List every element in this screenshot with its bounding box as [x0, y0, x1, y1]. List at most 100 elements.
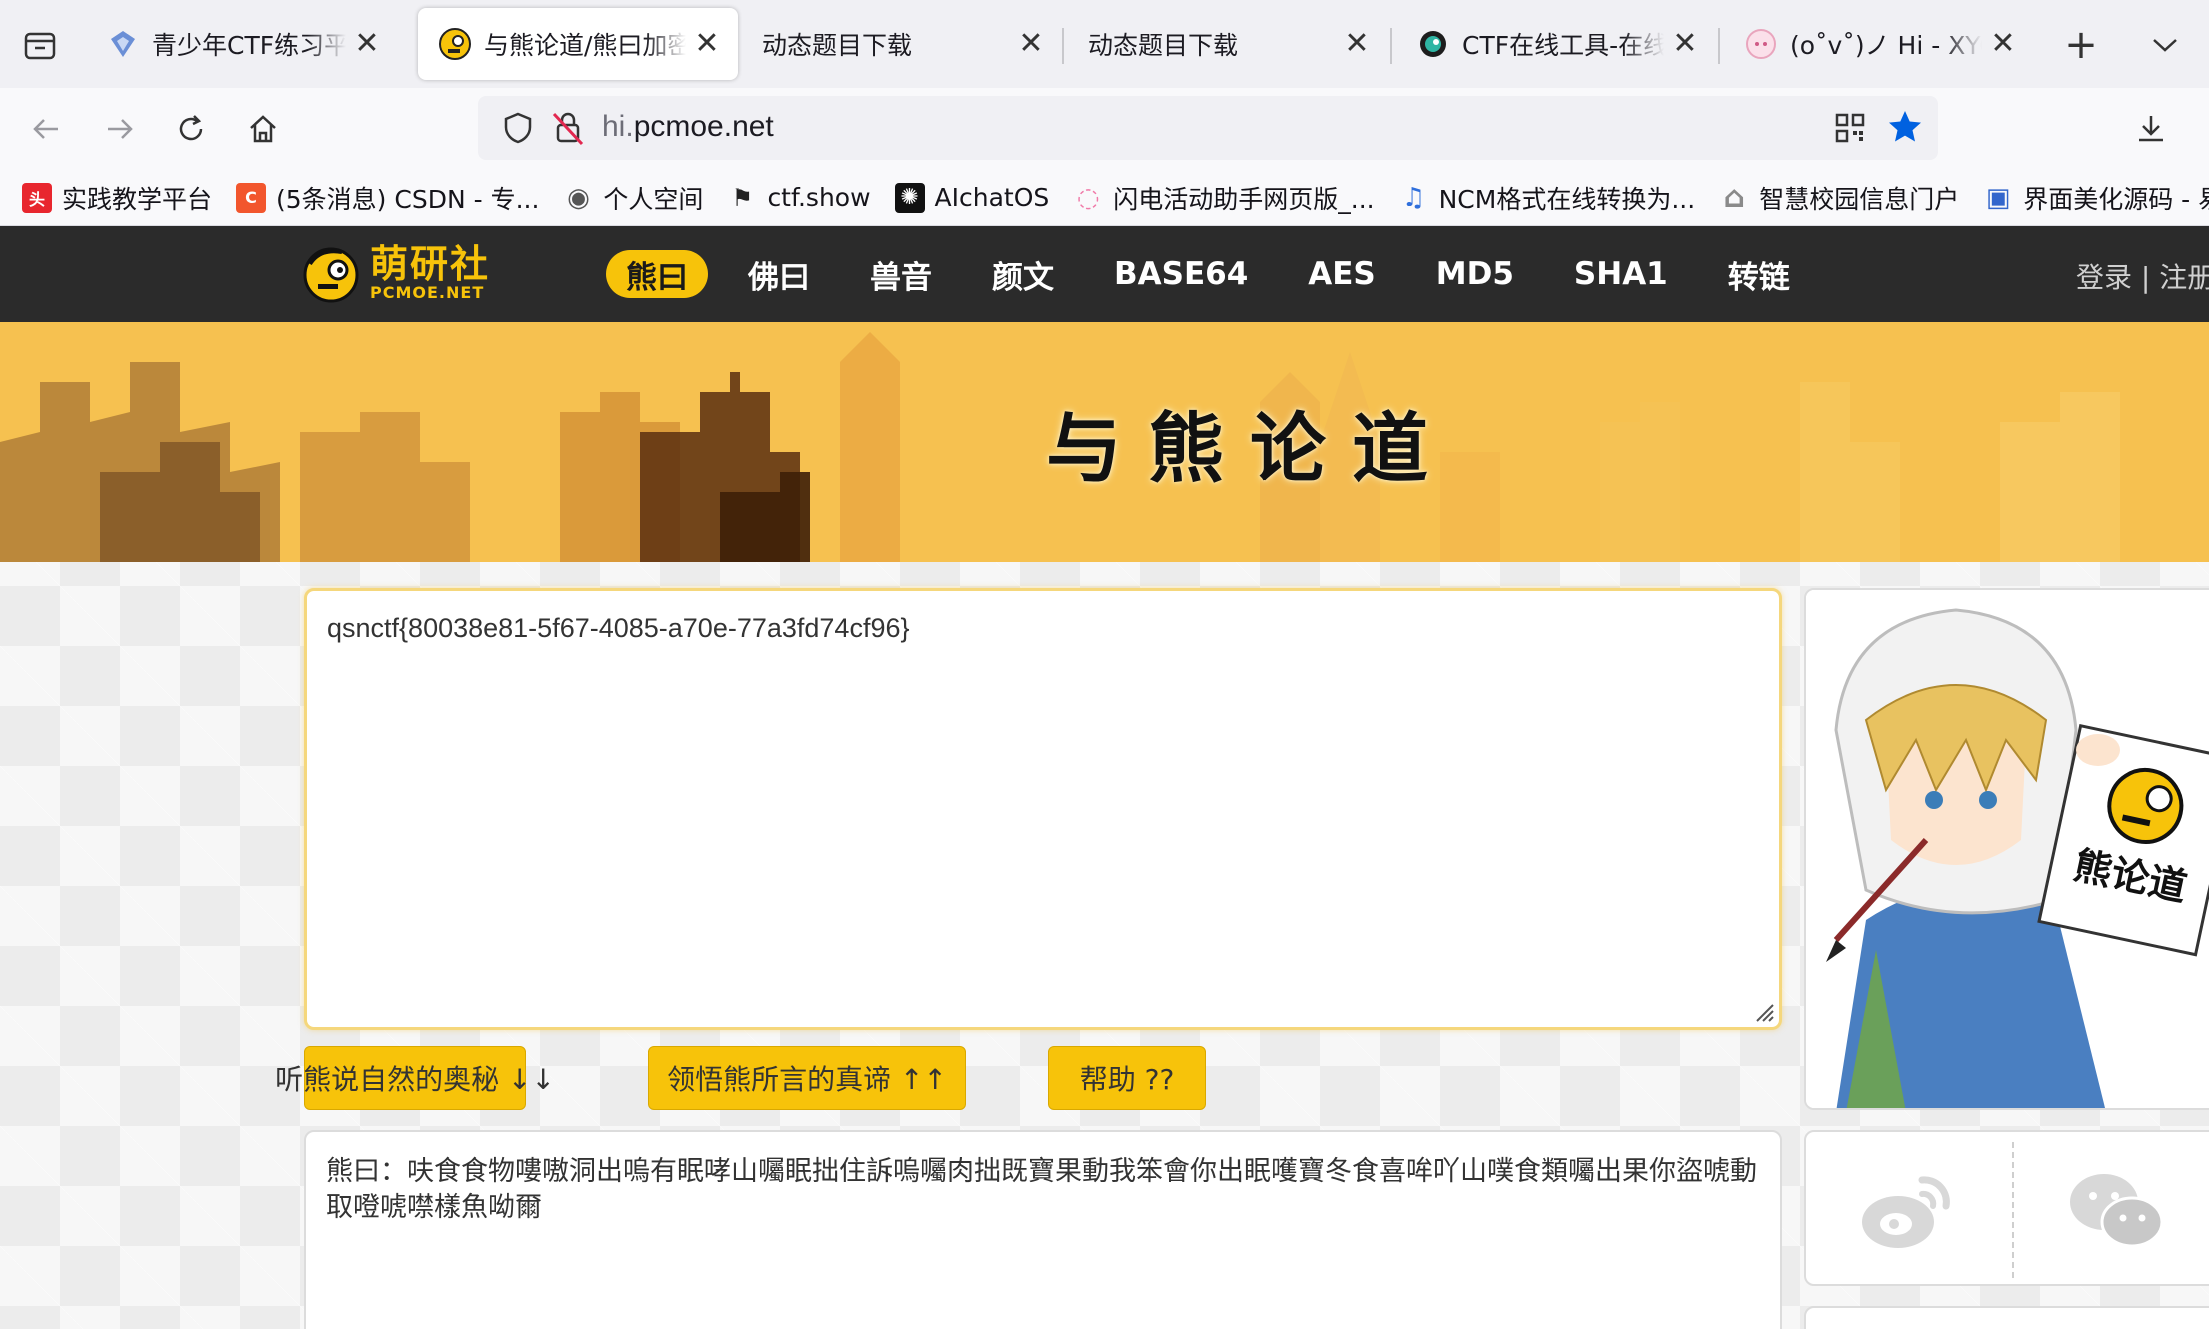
logo-english-text: PCMOE.NET	[370, 283, 485, 302]
chevron-down-icon	[2153, 39, 2177, 52]
download-icon	[2139, 116, 2163, 142]
url-subdomain: hi.	[602, 110, 634, 143]
side-panel-bottom	[1804, 1306, 2209, 1329]
page-content: 萌研社 PCMOE.NET 熊曰 佛曰 兽音 颜文 BASE64 AES MD5…	[0, 226, 2209, 1329]
tab-title: 与熊论道/熊曰加密	[484, 31, 686, 60]
ctf-tools-icon	[1416, 27, 1450, 61]
lightning-icon: ◌	[1076, 182, 1100, 213]
bookmarks-toolbar: 头实践教学平台 C (5条消息) CSDN - 专... ◉ 个人空间 ⚑ ctf.s…	[0, 170, 2209, 226]
tab-title: 青少年CTF练习平台	[152, 31, 346, 60]
shield-icon[interactable]	[500, 110, 536, 146]
tab-title: CTF在线工具-在线b	[1462, 31, 1664, 60]
bookmark-item[interactable]: ♫ NCM格式在线转换为...	[1399, 180, 1696, 216]
new-tab-button[interactable]: +	[2056, 22, 2106, 68]
list-all-tabs-button[interactable]	[2140, 22, 2190, 68]
hero-banner: 与熊论道	[0, 322, 2209, 562]
weibo-icon[interactable]	[1856, 1166, 1956, 1256]
code-icon: ▣	[1985, 182, 2011, 213]
bookmark-label: 闪电活动助手网页版_...	[1113, 184, 1375, 214]
menu-item-base64[interactable]: BASE64	[1094, 250, 1268, 298]
tab-separator	[1062, 28, 1064, 64]
menu-item-kaomoji[interactable]: 颜文	[972, 250, 1074, 298]
bookmark-label: 实践教学平台	[62, 184, 213, 214]
menu-item-md5[interactable]: MD5	[1416, 250, 1534, 298]
url-domain: pcmoe.net	[633, 110, 774, 143]
login-register-links[interactable]: 登录 | 注册	[2076, 256, 2209, 296]
menu-item-bear[interactable]: 熊曰	[606, 250, 708, 298]
bookmark-label: (5条消息) CSDN - 专...	[276, 184, 540, 214]
url-bar[interactable]: hi.pcmoe.net	[478, 96, 1938, 160]
tab-dynamic-download-2[interactable]: 动态题目下载 ✕	[1068, 8, 1388, 80]
arrow-left-icon	[33, 119, 58, 139]
bookmark-item[interactable]: ◌ 闪电活动助手网页版_...	[1073, 180, 1375, 216]
bookmark-star-icon[interactable]	[1886, 108, 1924, 146]
tab-bar: 青少年CTF练习平台 ✕ 与熊论道/熊曰加密 ✕ 动态题目下载 ✕ 动态题目下载…	[0, 0, 2209, 88]
reload-icon	[179, 115, 203, 141]
bookmark-label: NCM格式在线转换为...	[1438, 184, 1696, 214]
bookmark-item[interactable]: 头实践教学平台	[22, 180, 212, 216]
site-menu: 熊曰 佛曰 兽音 颜文 BASE64 AES MD5 SHA1 转链	[606, 250, 1830, 298]
menu-item-buddha[interactable]: 佛曰	[728, 250, 830, 298]
tab-close-button[interactable]: ✕	[692, 29, 722, 59]
tab-separator	[1390, 28, 1392, 64]
toutiao-icon: 头	[22, 182, 52, 213]
tab-close-button[interactable]: ✕	[352, 29, 382, 59]
home-button[interactable]	[236, 102, 290, 156]
logo-chinese-text: 萌研社	[370, 242, 491, 286]
bookmark-label: ctf.show	[767, 183, 871, 212]
tab-close-button[interactable]: ✕	[1988, 29, 2018, 59]
plus-icon: +	[2064, 22, 2098, 68]
qr-code-icon[interactable]	[1834, 112, 1866, 144]
decode-button[interactable]: 领悟熊所言的真谛 ↑↑	[648, 1046, 966, 1110]
bookmark-item[interactable]: C (5条消息) CSDN - 专...	[236, 180, 539, 216]
mascot-illustration: 熊论道	[1804, 588, 2209, 1110]
tab-list-button[interactable]	[14, 24, 66, 68]
bookmark-item[interactable]: ⚑ ctf.show	[727, 183, 871, 213]
help-button[interactable]: 帮助 ??	[1048, 1046, 1206, 1110]
tab-bear-encode[interactable]: 与熊论道/熊曰加密 ✕	[418, 8, 738, 80]
share-divider	[2012, 1142, 2014, 1278]
bookmark-label: 界面美化源码 - 易语...	[2023, 184, 2209, 214]
globe-icon: ◉	[567, 182, 590, 213]
bear-logo-icon	[303, 247, 359, 303]
tab-qsnctf[interactable]: 青少年CTF练习平台 ✕	[86, 8, 398, 80]
ctfshow-icon: ⚑	[731, 183, 754, 212]
back-button[interactable]	[20, 102, 74, 156]
tab-close-button[interactable]: ✕	[1342, 29, 1372, 59]
plaintext-input[interactable]: qsnctf{80038e81-5f67-4085-a70e-77a3fd74c…	[304, 588, 1782, 1030]
csdn-icon: C	[236, 182, 267, 213]
bookmark-label: AIchatOS	[934, 183, 1050, 212]
insecure-lock-icon[interactable]	[550, 108, 588, 148]
bookmark-item[interactable]: ⌂ 智慧校园信息门户	[1719, 180, 1959, 216]
menu-item-shortlink[interactable]: 转链	[1708, 250, 1810, 298]
bookmark-label: 智慧校园信息门户	[1759, 184, 1960, 214]
url-text[interactable]: hi.pcmoe.net	[602, 110, 774, 144]
wechat-icon[interactable]	[2066, 1166, 2166, 1256]
encode-button[interactable]: 听熊说自然的奥秘 ↓↓	[275, 1046, 555, 1110]
menu-item-beast[interactable]: 兽音	[850, 250, 952, 298]
site-logo[interactable]: 萌研社 PCMOE.NET	[300, 242, 490, 304]
tab-xyctf[interactable]: (o˚v˚)ノ Hi - XYCT ✕	[1724, 8, 2034, 80]
tab-close-button[interactable]: ✕	[1670, 29, 1700, 59]
share-panel	[1804, 1130, 2209, 1286]
tab-ctf-tools[interactable]: CTF在线工具-在线b ✕	[1396, 8, 1716, 80]
music-note-icon: ♫	[1401, 182, 1426, 213]
bookmark-item[interactable]: ◉ 个人空间	[563, 180, 703, 216]
tab-dynamic-download-1[interactable]: 动态题目下载 ✕	[742, 8, 1062, 80]
tab-close-button[interactable]: ✕	[1016, 29, 1046, 59]
tab-title: 动态题目下载	[1088, 31, 1239, 60]
house-icon: ⌂	[1723, 180, 1745, 215]
ciphertext-output[interactable]: 熊曰：呋食食物嘍嗷洞出嗚有眠哮山囑眠拙住訴嗚囑肉拙既寶果動我笨會你出眠嚄寶冬食喜…	[304, 1130, 1782, 1329]
menu-item-aes[interactable]: AES	[1288, 250, 1396, 298]
downloads-button[interactable]	[2124, 102, 2178, 156]
ciphertext-value: 熊曰：呋食食物嘍嗷洞出嗚有眠哮山囑眠拙住訴嗚囑肉拙既寶果動我笨會你出眠嚄寶冬食喜…	[326, 1156, 1757, 1223]
reload-button[interactable]	[164, 102, 218, 156]
forward-button[interactable]	[92, 102, 146, 156]
bookmark-item[interactable]: ▣ 界面美化源码 - 易语...	[1983, 180, 2209, 216]
anime-mascot-image: 熊论道	[1806, 590, 2209, 1108]
bookmark-item[interactable]: ✺ AIchatOS	[894, 182, 1050, 213]
openai-icon: ✺	[894, 182, 925, 213]
tab-separator	[1718, 28, 1720, 64]
menu-item-sha1[interactable]: SHA1	[1554, 250, 1688, 298]
resize-grip-icon[interactable]	[1751, 999, 1775, 1023]
